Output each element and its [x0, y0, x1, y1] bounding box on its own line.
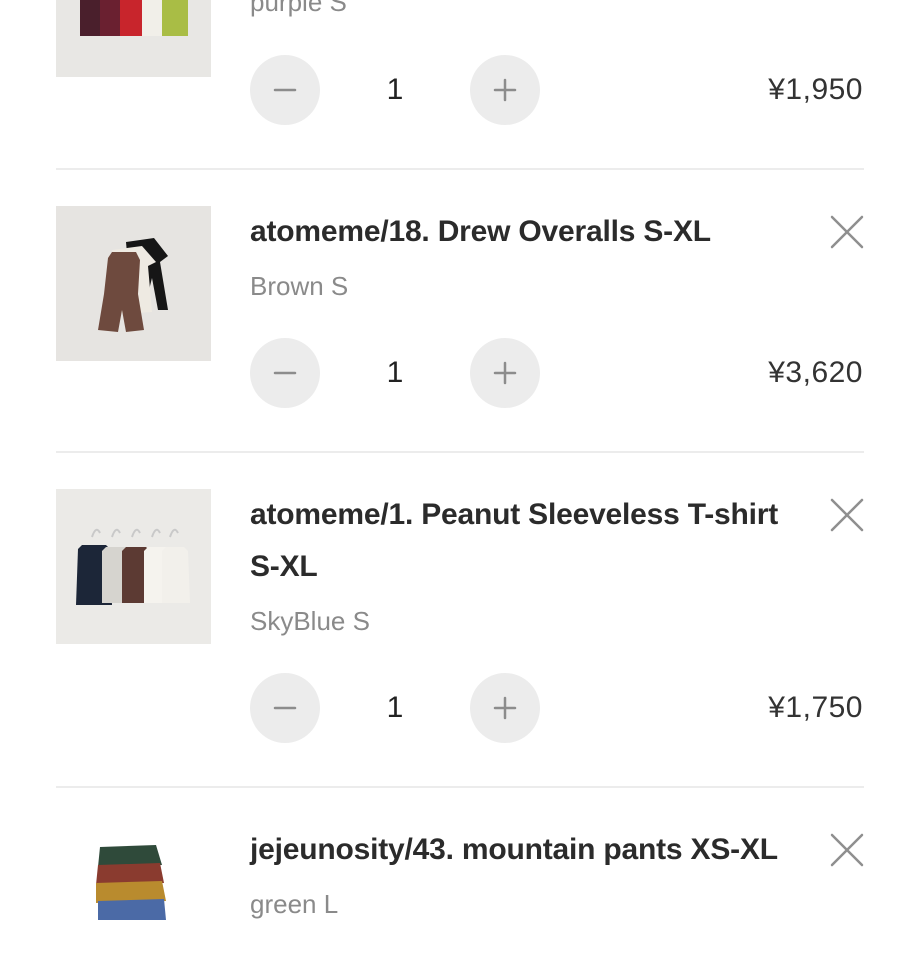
product-title[interactable]: atomeme/1. Peanut Sleeveless T-shirt S-X… — [250, 489, 810, 593]
product-thumbnail[interactable] — [56, 823, 211, 978]
item-price: ¥1,950 — [768, 73, 863, 106]
minus-icon — [273, 371, 297, 375]
plus-icon — [493, 361, 517, 385]
quantity-value: 1 — [386, 73, 404, 106]
increase-quantity-button[interactable] — [470, 338, 540, 408]
plus-icon — [493, 78, 517, 102]
close-icon — [830, 215, 864, 249]
decrease-quantity-button[interactable] — [250, 55, 320, 125]
item-price: ¥3,620 — [768, 356, 863, 389]
plus-icon — [493, 696, 517, 720]
minus-icon — [273, 88, 297, 92]
remove-item-button[interactable] — [828, 831, 866, 869]
variant-label: green L — [250, 889, 339, 919]
product-title-line: atomeme/1. Peanut Sleeveless T-shirt — [250, 498, 779, 531]
close-icon — [830, 498, 864, 532]
product-title-line: S-XL — [250, 550, 318, 583]
variant-label: SkyBlue S — [250, 606, 370, 636]
close-icon — [830, 833, 864, 867]
product-thumbnail[interactable] — [56, 206, 211, 361]
variant-label: Brown S — [250, 271, 349, 301]
divider — [56, 786, 864, 788]
product-title[interactable]: atomeme/18. Drew Overalls S-XL — [250, 206, 810, 258]
product-title[interactable]: jejeunosity/43. mountain pants XS-XL — [250, 824, 810, 876]
item-price: ¥1,750 — [768, 691, 863, 724]
divider — [56, 168, 864, 170]
remove-item-button[interactable] — [828, 496, 866, 534]
increase-quantity-button[interactable] — [470, 673, 540, 743]
divider — [56, 451, 864, 453]
minus-icon — [273, 706, 297, 710]
decrease-quantity-button[interactable] — [250, 338, 320, 408]
increase-quantity-button[interactable] — [470, 55, 540, 125]
quantity-value: 1 — [386, 691, 404, 724]
variant-label: purple S — [250, 0, 347, 17]
quantity-value: 1 — [386, 356, 404, 389]
product-thumbnail[interactable] — [56, 0, 211, 77]
product-thumbnail[interactable] — [56, 489, 211, 644]
remove-item-button[interactable] — [828, 213, 866, 251]
decrease-quantity-button[interactable] — [250, 673, 320, 743]
